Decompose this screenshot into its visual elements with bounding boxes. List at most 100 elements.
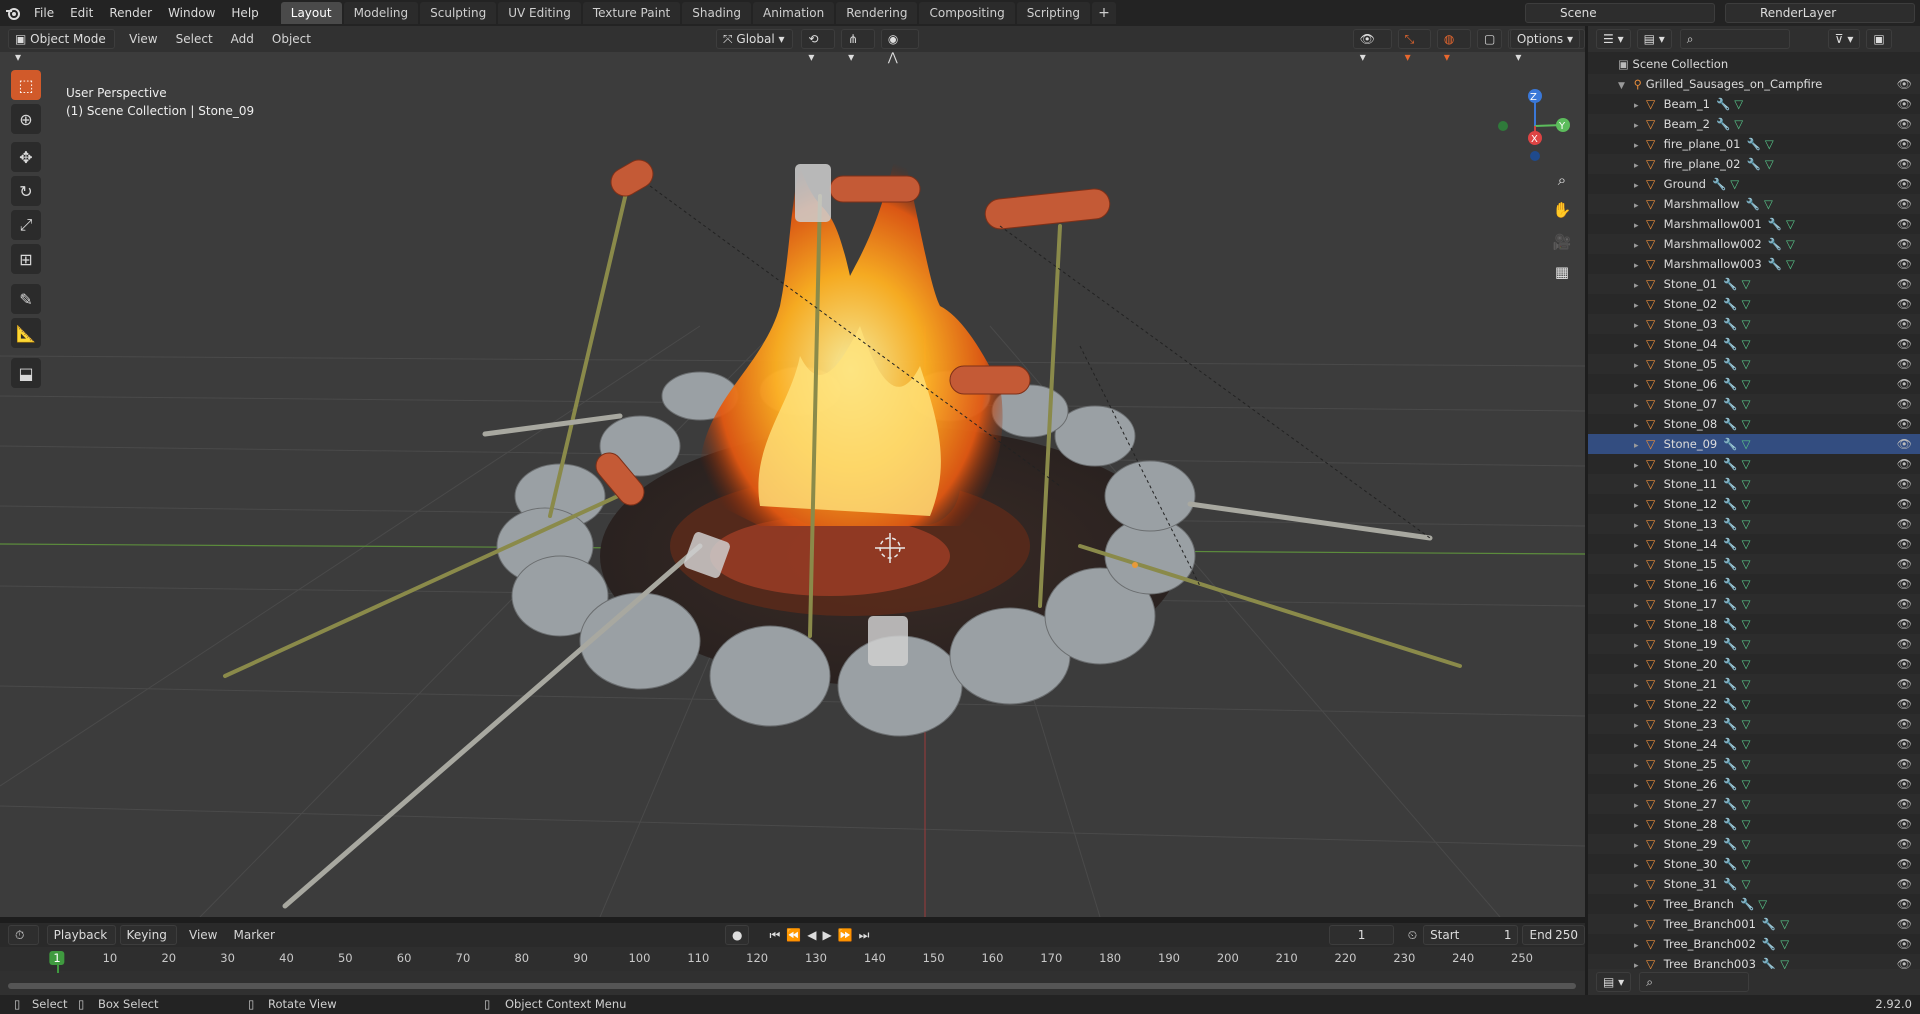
- expand-icon[interactable]: ▸: [1634, 316, 1646, 336]
- mesh-data-icon[interactable]: ▽: [1742, 677, 1751, 691]
- outliner-item[interactable]: ▸ ▽ Stone_04 🔧 ▽ 👁: [1588, 334, 1920, 354]
- expand-icon[interactable]: ▸: [1634, 276, 1646, 296]
- mesh-data-icon[interactable]: ▽: [1742, 417, 1751, 431]
- add-menu[interactable]: Add: [231, 32, 254, 46]
- menu-render[interactable]: Render: [101, 0, 160, 26]
- modifier-icon[interactable]: 🔧: [1723, 517, 1737, 531]
- expand-icon[interactable]: ▸: [1634, 636, 1646, 656]
- eye-icon[interactable]: 👁: [1897, 534, 1912, 554]
- outliner-item[interactable]: ▸ ▽ Stone_17 🔧 ▽ 👁: [1588, 594, 1920, 614]
- eye-icon[interactable]: 👁: [1897, 794, 1912, 814]
- modifier-icon[interactable]: 🔧: [1723, 617, 1737, 631]
- mesh-data-icon[interactable]: ▽: [1764, 197, 1773, 211]
- modifier-icon[interactable]: 🔧: [1723, 577, 1737, 591]
- menu-window[interactable]: Window: [160, 0, 223, 26]
- expand-icon[interactable]: ▸: [1634, 156, 1646, 176]
- mesh-data-icon[interactable]: ▽: [1758, 897, 1767, 911]
- eye-icon[interactable]: 👁: [1897, 94, 1912, 114]
- mesh-data-icon[interactable]: ▽: [1742, 797, 1751, 811]
- mesh-data-icon[interactable]: ▽: [1765, 157, 1774, 171]
- modifier-icon[interactable]: 🔧: [1723, 837, 1737, 851]
- properties-editor-icon[interactable]: ▤ ▾: [1596, 972, 1632, 992]
- eye-icon[interactable]: 👁: [1897, 494, 1912, 514]
- frame-ruler[interactable]: 1 10 20 30 40 50 60 70 80 90 100 110 120 130 140 150 160…: [0, 947, 1585, 973]
- expand-icon[interactable]: ▸: [1634, 456, 1646, 476]
- move-tool-icon[interactable]: ✥: [11, 142, 41, 172]
- modifier-icon[interactable]: 🔧: [1716, 97, 1730, 111]
- modifier-icon[interactable]: 🔧: [1723, 877, 1737, 891]
- outliner-item[interactable]: ▸ ▽ Beam_1 🔧 ▽ 👁: [1588, 94, 1920, 114]
- mesh-data-icon[interactable]: ▽: [1742, 517, 1751, 531]
- ortho-grid-icon[interactable]: ▦: [1550, 260, 1574, 284]
- pan-hand-icon[interactable]: ✋: [1550, 198, 1574, 222]
- expand-icon[interactable]: ▸: [1634, 476, 1646, 496]
- modifier-icon[interactable]: 🔧: [1762, 917, 1776, 931]
- tab-uv-editing[interactable]: UV Editing: [498, 2, 581, 24]
- mesh-data-icon[interactable]: ▽: [1742, 477, 1751, 491]
- blender-logo-icon[interactable]: [0, 0, 26, 26]
- outliner-item[interactable]: ▸ ▽ Stone_23 🔧 ▽ 👁: [1588, 714, 1920, 734]
- expand-icon[interactable]: ▸: [1634, 616, 1646, 636]
- outliner-item[interactable]: ▸ ▽ fire_plane_02 🔧 ▽ 👁: [1588, 154, 1920, 174]
- expand-icon[interactable]: ▸: [1634, 236, 1646, 256]
- modifier-icon[interactable]: 🔧: [1723, 297, 1737, 311]
- expand-icon[interactable]: ▸: [1634, 296, 1646, 316]
- mesh-data-icon[interactable]: ▽: [1742, 357, 1751, 371]
- eye-icon[interactable]: 👁: [1897, 394, 1912, 414]
- modifier-icon[interactable]: 🔧: [1723, 477, 1737, 491]
- expand-icon[interactable]: ▸: [1634, 436, 1646, 456]
- properties-search-input[interactable]: ⌕: [1639, 972, 1750, 992]
- cursor-tool-icon[interactable]: ⊕: [11, 104, 41, 134]
- outliner-item[interactable]: ▸ ▽ Stone_28 🔧 ▽ 👁: [1588, 814, 1920, 834]
- eye-icon[interactable]: 👁: [1897, 754, 1912, 774]
- playhead[interactable]: [57, 965, 59, 973]
- mesh-data-icon[interactable]: ▽: [1742, 577, 1751, 591]
- modifier-icon[interactable]: 🔧: [1723, 317, 1737, 331]
- expand-icon[interactable]: ▸: [1634, 376, 1646, 396]
- proportional-edit-icon[interactable]: ◉ ⋀: [880, 29, 919, 64]
- mesh-data-icon[interactable]: ▽: [1742, 737, 1751, 751]
- outliner-item[interactable]: ▸ ▽ Stone_11 🔧 ▽ 👁: [1588, 474, 1920, 494]
- end-frame-field[interactable]: End 250: [1522, 925, 1585, 945]
- xray-toggle-icon[interactable]: ▢: [1477, 29, 1503, 49]
- eye-icon[interactable]: 👁: [1897, 194, 1912, 214]
- mesh-data-icon[interactable]: ▽: [1742, 497, 1751, 511]
- eye-icon[interactable]: 👁: [1897, 594, 1912, 614]
- next-keyframe-icon[interactable]: ⏩: [838, 928, 853, 943]
- outliner-item[interactable]: ▸ ▽ Marshmallow 🔧 ▽ 👁: [1588, 194, 1920, 214]
- scale-tool-icon[interactable]: ⤢: [11, 210, 41, 240]
- display-mode-icon[interactable]: ☰ ▾: [1596, 29, 1631, 49]
- outliner-item[interactable]: ▸ ▽ Marshmallow001 🔧 ▽ 👁: [1588, 214, 1920, 234]
- expand-icon[interactable]: ▸: [1634, 716, 1646, 736]
- mesh-data-icon[interactable]: ▽: [1742, 877, 1751, 891]
- expand-icon[interactable]: ▸: [1634, 676, 1646, 696]
- mesh-data-icon[interactable]: ▽: [1742, 597, 1751, 611]
- outliner-item[interactable]: ▸ ▽ Stone_09 🔧 ▽ 👁: [1588, 434, 1920, 454]
- outliner-item[interactable]: ▸ ▽ Stone_31 🔧 ▽ 👁: [1588, 874, 1920, 894]
- camera-view-icon[interactable]: 🎥: [1550, 230, 1574, 254]
- jump-end-icon[interactable]: ⏭: [859, 928, 870, 943]
- record-icon[interactable]: ●: [724, 925, 750, 945]
- outliner-item[interactable]: ▸ ▽ Tree_Branch 🔧 ▽ 👁: [1588, 894, 1920, 914]
- overlay-toggle-icon[interactable]: ◍ ▾: [1436, 29, 1472, 64]
- eye-icon[interactable]: 👁: [1897, 74, 1912, 94]
- eye-icon[interactable]: 👁: [1897, 874, 1912, 894]
- outliner-search-input[interactable]: ⌕: [1679, 29, 1790, 49]
- marker-menu[interactable]: Marker: [233, 928, 274, 942]
- tab-texture-paint[interactable]: Texture Paint: [582, 2, 681, 24]
- select-box-tool-icon[interactable]: ⬚: [11, 70, 41, 100]
- expand-icon[interactable]: ▸: [1634, 776, 1646, 796]
- expand-icon[interactable]: ▸: [1634, 856, 1646, 876]
- expand-icon[interactable]: ▸: [1634, 596, 1646, 616]
- visibility-icon[interactable]: 👁 ▾: [1352, 29, 1392, 64]
- outliner-item[interactable]: ▸ ▽ Stone_03 🔧 ▽ 👁: [1588, 314, 1920, 334]
- expand-icon[interactable]: ▸: [1634, 196, 1646, 216]
- eye-icon[interactable]: 👁: [1897, 414, 1912, 434]
- 3d-viewport[interactable]: Z Y X ▣ Object Mode ▾ View Select Add Ob…: [0, 26, 1585, 917]
- object-menu[interactable]: Object: [272, 32, 311, 46]
- eye-icon[interactable]: 👁: [1897, 774, 1912, 794]
- expand-icon[interactable]: ▸: [1634, 696, 1646, 716]
- add-workspace-button[interactable]: +: [1092, 2, 1116, 24]
- scene-selector[interactable]: Scene: [1525, 3, 1715, 23]
- outliner-item[interactable]: ▸ ▽ Stone_20 🔧 ▽ 👁: [1588, 654, 1920, 674]
